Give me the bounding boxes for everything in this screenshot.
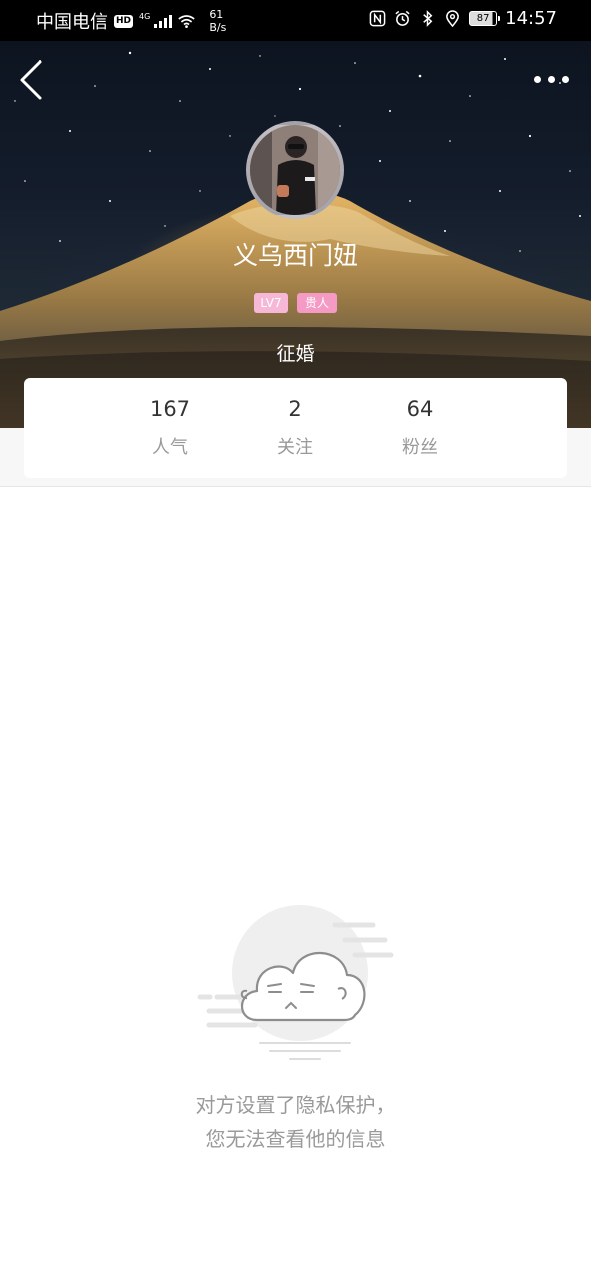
stat-label: 关注 <box>277 437 313 458</box>
speed-value: 61 <box>209 8 224 21</box>
stat-followers[interactable]: 64 粉丝 <box>380 378 460 459</box>
avatar-photo <box>250 125 340 215</box>
stat-popularity[interactable]: 167 人气 <box>130 378 210 459</box>
avatar[interactable] <box>246 121 344 219</box>
stat-label: 粉丝 <box>402 437 438 458</box>
back-arrow-icon <box>20 60 42 100</box>
clock: 14:57 <box>505 8 557 29</box>
user-bio: 征婚 <box>276 343 315 365</box>
user-tags: LV7 贵人 <box>0 293 591 313</box>
back-button[interactable] <box>18 58 44 102</box>
status-bar: 中国电信 HD 4G 61 B/s 87 14:57 <box>0 0 591 41</box>
stat-value: 64 <box>406 397 434 421</box>
more-options-button[interactable] <box>531 70 571 88</box>
alarm-icon <box>395 10 410 26</box>
username: 义乌西门妞 <box>232 241 358 270</box>
stat-value: 167 <box>149 397 191 421</box>
vip-badge: 贵人 <box>297 293 337 313</box>
battery-level: 87 <box>476 13 490 24</box>
bluetooth-icon <box>423 10 433 27</box>
more-dots-icon <box>561 75 569 83</box>
nfc-icon <box>369 10 386 27</box>
profile-screen: 中国电信 HD 4G 61 B/s 87 14:57 义乌西门妞 LV7 贵人 … <box>0 0 591 1280</box>
status-left: 中国电信 HD 4G 61 B/s <box>36 8 226 34</box>
hd-badge: HD <box>114 14 134 28</box>
status-right: 87 14:57 <box>369 8 557 29</box>
signal-icon <box>154 14 173 28</box>
stat-following[interactable]: 2 关注 <box>255 378 335 459</box>
stat-label: 人气 <box>152 437 188 458</box>
battery-icon: 87 <box>469 11 501 26</box>
wifi-icon <box>178 14 195 28</box>
carrier-name: 中国电信 <box>36 12 108 33</box>
location-icon <box>446 10 460 27</box>
more-dots-icon <box>547 75 555 83</box>
privacy-message-line2: 您无法查看他的信息 <box>205 1127 386 1151</box>
level-badge: LV7 <box>254 293 288 313</box>
mountain-illustration <box>0 190 591 428</box>
stats-card: 167 人气 2 关注 64 粉丝 <box>24 378 567 478</box>
privacy-message-line1: 对方设置了隐私保护， <box>195 1093 396 1117</box>
network-type: 4G <box>139 11 151 21</box>
stat-value: 2 <box>288 397 302 421</box>
network-speed: 61 B/s <box>209 8 226 34</box>
sleepy-cloud-illustration <box>197 905 394 1060</box>
more-dots-icon <box>533 75 541 83</box>
profile-header-background <box>0 41 591 428</box>
speed-unit: B/s <box>209 21 227 34</box>
